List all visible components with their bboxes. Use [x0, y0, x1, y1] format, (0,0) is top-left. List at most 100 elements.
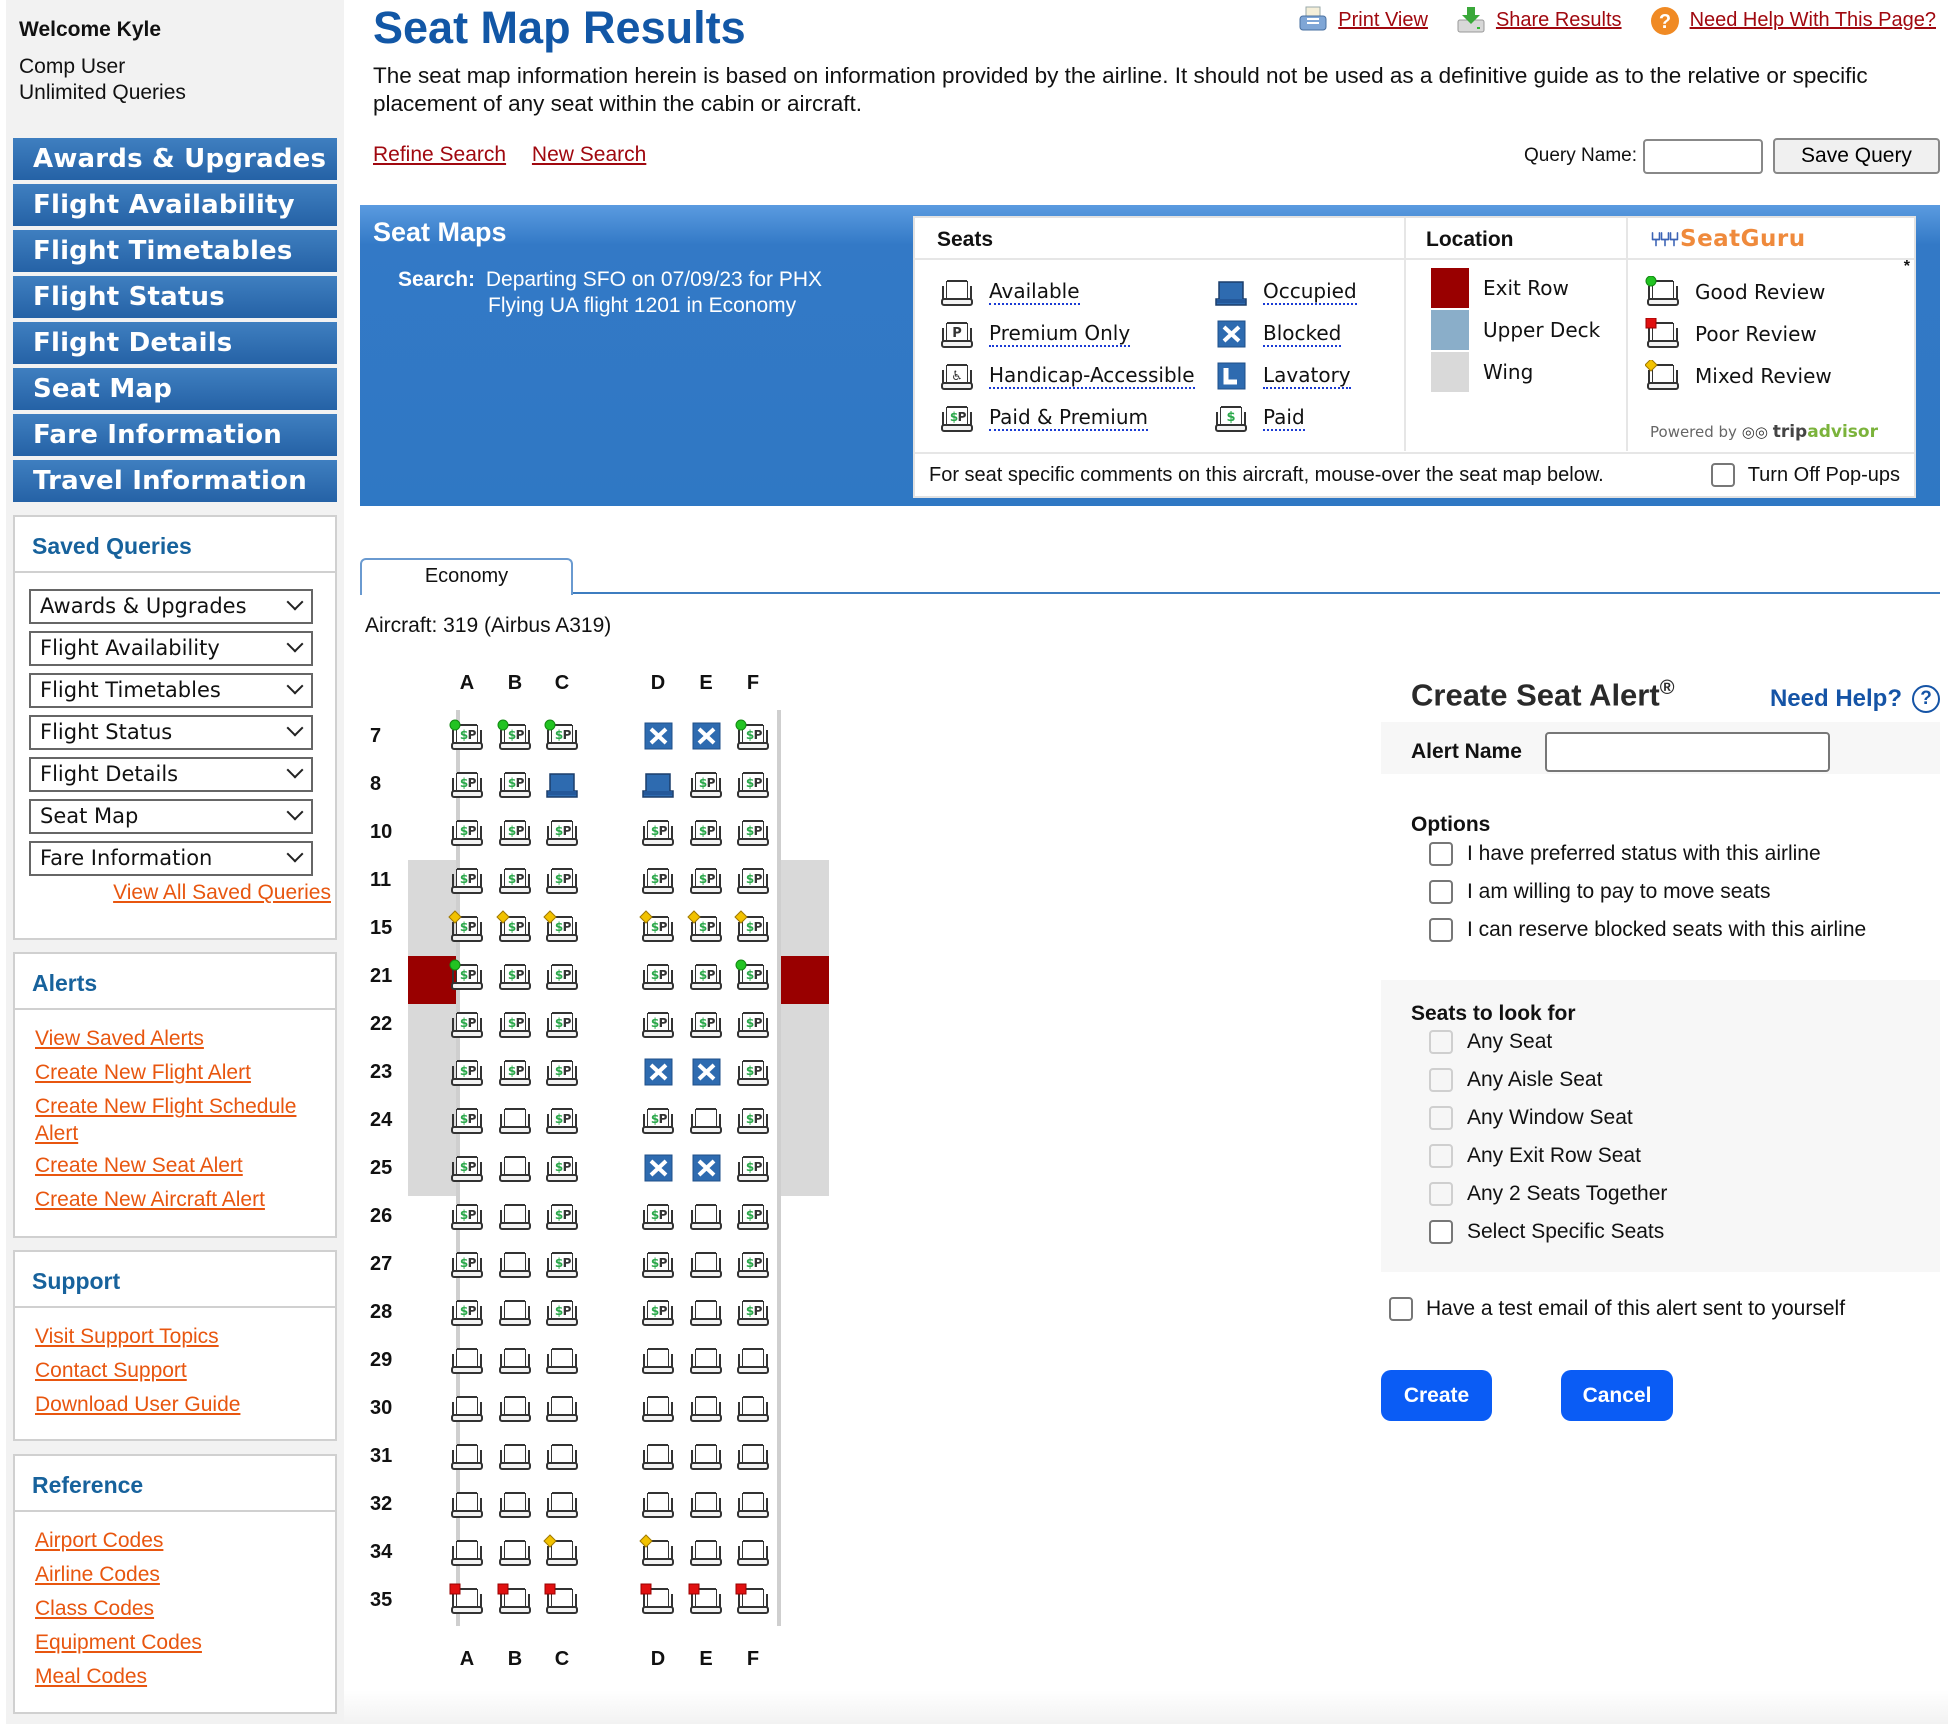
seat-7A[interactable]: $ P — [449, 719, 485, 752]
seat-15F[interactable]: $ P — [734, 910, 771, 944]
seat-30A[interactable] — [449, 1392, 485, 1424]
reserve-blocked-checkbox[interactable] — [1429, 918, 1453, 942]
any-seat-checkbox[interactable] — [1429, 1030, 1453, 1054]
legend-lavatory-label[interactable]: Lavatory — [1263, 363, 1351, 389]
any-window-checkbox[interactable] — [1429, 1106, 1453, 1130]
seat-21C[interactable]: $ P — [544, 960, 580, 992]
legend-handicap-label[interactable]: Handicap-Accessible — [989, 363, 1195, 389]
seat-11A[interactable]: $ P — [449, 864, 485, 896]
seat-10B[interactable]: $ P — [497, 816, 533, 848]
nav-flight-availability[interactable]: Flight Availability — [13, 184, 337, 226]
create-aircraft-alert-link[interactable]: Create New Aircraft Alert — [35, 1183, 335, 1217]
legend-premium-label[interactable]: Premium Only — [989, 321, 1131, 347]
seat-23A[interactable]: $ P — [449, 1056, 485, 1088]
airport-codes-link[interactable]: Airport Codes — [35, 1524, 335, 1558]
seat-21A[interactable]: $ P — [449, 959, 485, 992]
seat-11D[interactable]: $ P — [640, 864, 676, 896]
share-results-link[interactable]: Share Results — [1496, 9, 1622, 32]
seat-25F[interactable]: $ P — [735, 1152, 771, 1184]
seat-26E[interactable] — [688, 1200, 724, 1232]
seat-15E[interactable]: $ P — [687, 910, 724, 944]
seat-29E[interactable] — [688, 1344, 724, 1376]
seat-11F[interactable]: $ P — [735, 864, 771, 896]
seat-10F[interactable]: $ P — [735, 816, 771, 848]
seat-30B[interactable] — [497, 1392, 533, 1424]
new-search-link[interactable]: New Search — [532, 143, 646, 166]
seat-35F[interactable] — [735, 1583, 771, 1616]
seat-26D[interactable]: $ P — [640, 1200, 676, 1232]
seat-34C[interactable] — [543, 1534, 580, 1568]
seat-8D[interactable] — [640, 768, 676, 800]
seat-26B[interactable] — [497, 1200, 533, 1232]
seat-27E[interactable] — [688, 1248, 724, 1280]
seat-24F[interactable]: $ P — [735, 1104, 771, 1136]
seat-32E[interactable] — [688, 1488, 724, 1520]
create-seat-alert-link[interactable]: Create New Seat Alert — [35, 1149, 335, 1183]
seat-29F[interactable] — [735, 1344, 771, 1376]
create-flight-schedule-alert-link[interactable]: Create New Flight Schedule Alert — [35, 1090, 305, 1149]
view-saved-alerts-link[interactable]: View Saved Alerts — [35, 1022, 335, 1056]
any-exit-row-checkbox[interactable] — [1429, 1144, 1453, 1168]
seat-27D[interactable]: $ P — [640, 1248, 676, 1280]
legend-blocked-label[interactable]: Blocked — [1263, 321, 1342, 347]
seat-28B[interactable] — [497, 1296, 533, 1328]
cancel-button[interactable]: Cancel — [1561, 1370, 1673, 1421]
seat-32D[interactable] — [640, 1488, 676, 1520]
seat-23C[interactable]: $ P — [544, 1056, 580, 1088]
seat-31D[interactable] — [640, 1440, 676, 1472]
seat-25E[interactable] — [688, 1152, 724, 1184]
turn-off-popups-checkbox[interactable] — [1710, 463, 1735, 487]
download-user-guide-link[interactable]: Download User Guide — [35, 1388, 335, 1422]
seat-25D[interactable] — [640, 1152, 676, 1184]
nav-flight-timetables[interactable]: Flight Timetables — [13, 230, 337, 272]
seat-25B[interactable] — [497, 1152, 533, 1184]
seat-10D[interactable]: $ P — [640, 816, 676, 848]
seat-32B[interactable] — [497, 1488, 533, 1520]
class-codes-link[interactable]: Class Codes — [35, 1592, 335, 1626]
seat-8E[interactable]: $ P — [688, 768, 724, 800]
seat-10A[interactable]: $ P — [449, 816, 485, 848]
seat-24D[interactable]: $ P — [640, 1104, 676, 1136]
seat-34B[interactable] — [497, 1536, 533, 1568]
seat-22E[interactable]: $ P — [688, 1008, 724, 1040]
seat-11E[interactable]: $ P — [688, 864, 724, 896]
legend-paid-label[interactable]: Paid — [1263, 405, 1305, 431]
seat-35B[interactable] — [497, 1583, 533, 1616]
seat-34D[interactable] — [639, 1534, 676, 1568]
legend-available-label[interactable]: Available — [989, 279, 1080, 305]
seat-21B[interactable]: $ P — [497, 960, 533, 992]
seat-21D[interactable]: $ P — [640, 960, 676, 992]
seat-35D[interactable] — [640, 1583, 676, 1616]
airline-codes-link[interactable]: Airline Codes — [35, 1558, 335, 1592]
any-aisle-checkbox[interactable] — [1429, 1068, 1453, 1092]
seat-15A[interactable]: $ P — [448, 910, 485, 944]
saved-query-select-awards[interactable]: Awards & Upgrades — [29, 589, 313, 624]
seat-31C[interactable] — [544, 1440, 580, 1472]
seat-8B[interactable]: $ P — [497, 768, 533, 800]
seat-34E[interactable] — [688, 1536, 724, 1568]
seat-29A[interactable] — [449, 1344, 485, 1376]
seat-7B[interactable]: $ P — [497, 719, 533, 752]
seat-15C[interactable]: $ P — [543, 910, 580, 944]
seat-31A[interactable] — [449, 1440, 485, 1472]
seat-26C[interactable]: $ P — [544, 1200, 580, 1232]
seat-34A[interactable] — [449, 1536, 485, 1568]
seat-11C[interactable]: $ P — [544, 864, 580, 896]
seat-28F[interactable]: $ P — [735, 1296, 771, 1328]
seat-15D[interactable]: $ P — [639, 910, 676, 944]
seat-7E[interactable] — [688, 720, 724, 752]
print-view-link[interactable]: Print View — [1338, 9, 1428, 32]
seat-31B[interactable] — [497, 1440, 533, 1472]
saved-query-select-details[interactable]: Flight Details — [29, 757, 313, 792]
seat-34F[interactable] — [735, 1536, 771, 1568]
nav-flight-status[interactable]: Flight Status — [13, 276, 337, 318]
seat-22B[interactable]: $ P — [497, 1008, 533, 1040]
seat-30C[interactable] — [544, 1392, 580, 1424]
saved-query-select-timetables[interactable]: Flight Timetables — [29, 673, 313, 708]
seat-31E[interactable] — [688, 1440, 724, 1472]
seat-22F[interactable]: $ P — [735, 1008, 771, 1040]
saved-query-select-availability[interactable]: Flight Availability — [29, 631, 313, 666]
need-help-page-link[interactable]: Need Help With This Page? — [1690, 9, 1936, 32]
seat-35A[interactable] — [449, 1583, 485, 1616]
seat-alert-help-link[interactable]: Need Help?? — [1770, 685, 1940, 713]
